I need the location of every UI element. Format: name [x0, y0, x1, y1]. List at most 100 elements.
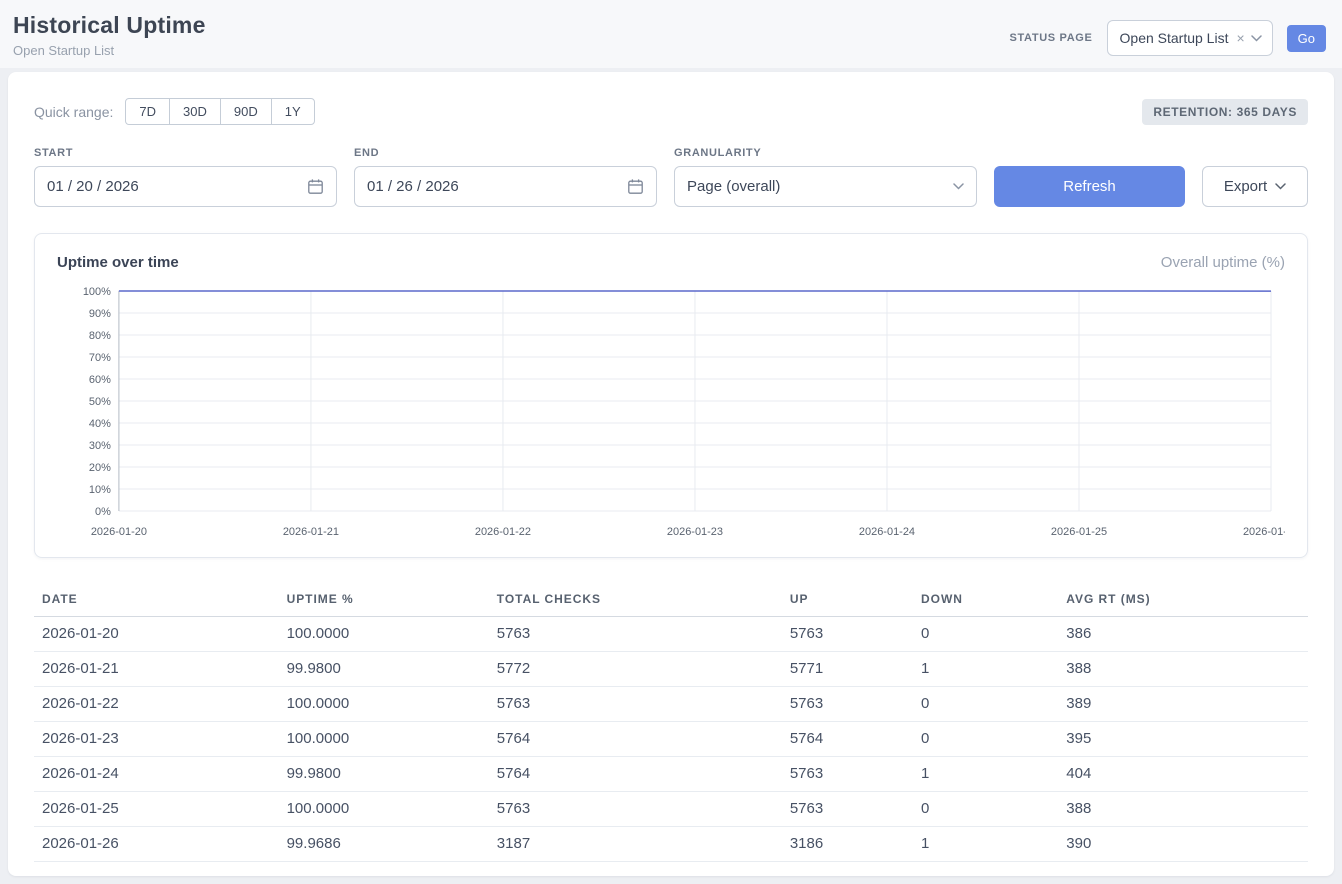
header: Historical Uptime Open Startup List STAT…: [0, 0, 1342, 68]
main-panel: Quick range: 7D30D90D1Y RETENTION: 365 D…: [8, 72, 1334, 876]
calendar-icon[interactable]: [627, 178, 644, 195]
chart-header: Uptime over time Overall uptime (%): [57, 254, 1285, 271]
granularity-field: GRANULARITY Page (overall): [674, 147, 977, 207]
quick-range-90d-button[interactable]: 90D: [220, 98, 272, 125]
export-label: Export: [1224, 178, 1267, 195]
table-cell: 2026-01-23: [34, 722, 279, 757]
page-subtitle: Open Startup List: [13, 43, 206, 58]
svg-text:90%: 90%: [89, 308, 111, 320]
table-cell: 5763: [489, 617, 782, 652]
start-date-input[interactable]: 01 / 20 / 2026: [34, 166, 337, 207]
table-cell: 388: [1058, 792, 1308, 827]
table-cell: 5763: [782, 792, 913, 827]
table-cell: 99.9800: [279, 652, 489, 687]
table-cell: 0: [913, 617, 1058, 652]
svg-text:100%: 100%: [83, 286, 111, 298]
svg-text:40%: 40%: [89, 418, 111, 430]
svg-text:30%: 30%: [89, 440, 111, 452]
status-page-select[interactable]: Open Startup List ×: [1107, 20, 1273, 56]
table-cell: 0: [913, 722, 1058, 757]
table-cell: 1: [913, 757, 1058, 792]
table-cell: 404: [1058, 757, 1308, 792]
table-cell: 0: [913, 687, 1058, 722]
quick-range-group: 7D30D90D1Y: [125, 98, 314, 125]
quick-range-label: Quick range:: [34, 104, 113, 120]
table-cell: 2026-01-25: [34, 792, 279, 827]
column-header: DATE: [34, 584, 279, 617]
status-page-label: STATUS PAGE: [1009, 32, 1092, 44]
chart-panel: Uptime over time Overall uptime (%) 100%…: [34, 233, 1308, 558]
table-cell: 5764: [489, 757, 782, 792]
table-header-row: DATEUPTIME %TOTAL CHECKSUPDOWNAVG RT (MS…: [34, 584, 1308, 617]
table-cell: 2026-01-22: [34, 687, 279, 722]
page-title: Historical Uptime: [13, 12, 206, 39]
table-cell: 389: [1058, 687, 1308, 722]
clear-icon[interactable]: ×: [1236, 30, 1244, 46]
table-cell: 5763: [489, 687, 782, 722]
calendar-icon[interactable]: [307, 178, 324, 195]
quick-range-1y-button[interactable]: 1Y: [271, 98, 315, 125]
table-cell: 2026-01-20: [34, 617, 279, 652]
table-cell: 386: [1058, 617, 1308, 652]
svg-text:2026-01-26: 2026-01-26: [1243, 526, 1285, 538]
start-date-value: 01 / 20 / 2026: [47, 178, 139, 195]
column-header: TOTAL CHECKS: [489, 584, 782, 617]
chevron-down-icon: [1275, 183, 1286, 190]
svg-text:10%: 10%: [89, 484, 111, 496]
uptime-chart: 100%90%80%70%60%50%40%30%20%10%0%2026-01…: [57, 281, 1285, 543]
table-cell: 5764: [489, 722, 782, 757]
uptime-table: DATEUPTIME %TOTAL CHECKSUPDOWNAVG RT (MS…: [34, 584, 1308, 862]
svg-text:50%: 50%: [89, 396, 111, 408]
svg-text:0%: 0%: [95, 506, 111, 518]
svg-text:2026-01-23: 2026-01-23: [667, 526, 723, 538]
table-row: 2026-01-2699.9686318731861390: [34, 827, 1308, 862]
table-cell: 100.0000: [279, 687, 489, 722]
table-cell: 3186: [782, 827, 913, 862]
start-field: START 01 / 20 / 2026: [34, 147, 337, 207]
granularity-select[interactable]: Page (overall): [674, 166, 977, 207]
chevron-down-icon: [953, 183, 964, 190]
table-row: 2026-01-23100.0000576457640395: [34, 722, 1308, 757]
svg-text:2026-01-21: 2026-01-21: [283, 526, 339, 538]
header-controls: STATUS PAGE Open Startup List × Go: [1009, 20, 1326, 56]
table-cell: 5763: [782, 617, 913, 652]
table-row: 2026-01-22100.0000576357630389: [34, 687, 1308, 722]
column-header: UP: [782, 584, 913, 617]
table-cell: 1: [913, 652, 1058, 687]
table-body: 2026-01-20100.00005763576303862026-01-21…: [34, 617, 1308, 862]
table-cell: 5772: [489, 652, 782, 687]
column-header: UPTIME %: [279, 584, 489, 617]
refresh-button[interactable]: Refresh: [994, 166, 1185, 207]
quick-range-30d-button[interactable]: 30D: [169, 98, 221, 125]
table-cell: 3187: [489, 827, 782, 862]
end-field: END 01 / 26 / 2026: [354, 147, 657, 207]
chart-title: Uptime over time: [57, 254, 179, 271]
end-label: END: [354, 147, 657, 159]
svg-text:2026-01-22: 2026-01-22: [475, 526, 531, 538]
table-cell: 388: [1058, 652, 1308, 687]
table-row: 2026-01-20100.0000576357630386: [34, 617, 1308, 652]
table-row: 2026-01-25100.0000576357630388: [34, 792, 1308, 827]
table-cell: 390: [1058, 827, 1308, 862]
column-header: DOWN: [913, 584, 1058, 617]
go-button[interactable]: Go: [1287, 25, 1326, 52]
granularity-value: Page (overall): [687, 178, 780, 195]
table-cell: 100.0000: [279, 617, 489, 652]
table-cell: 2026-01-21: [34, 652, 279, 687]
table-cell: 99.9800: [279, 757, 489, 792]
table-cell: 100.0000: [279, 792, 489, 827]
table-cell: 5771: [782, 652, 913, 687]
table-row: 2026-01-2499.9800576457631404: [34, 757, 1308, 792]
quick-range-7d-button[interactable]: 7D: [125, 98, 170, 125]
svg-text:80%: 80%: [89, 330, 111, 342]
table-cell: 0: [913, 792, 1058, 827]
end-date-input[interactable]: 01 / 26 / 2026: [354, 166, 657, 207]
table-cell: 5763: [782, 687, 913, 722]
retention-badge: RETENTION: 365 DAYS: [1142, 99, 1308, 125]
page: Historical Uptime Open Startup List STAT…: [0, 0, 1342, 884]
svg-text:20%: 20%: [89, 462, 111, 474]
title-block: Historical Uptime Open Startup List: [13, 12, 206, 58]
quick-range-wrap: Quick range: 7D30D90D1Y: [34, 98, 315, 125]
table-cell: 5763: [782, 757, 913, 792]
export-button[interactable]: Export: [1202, 166, 1308, 207]
